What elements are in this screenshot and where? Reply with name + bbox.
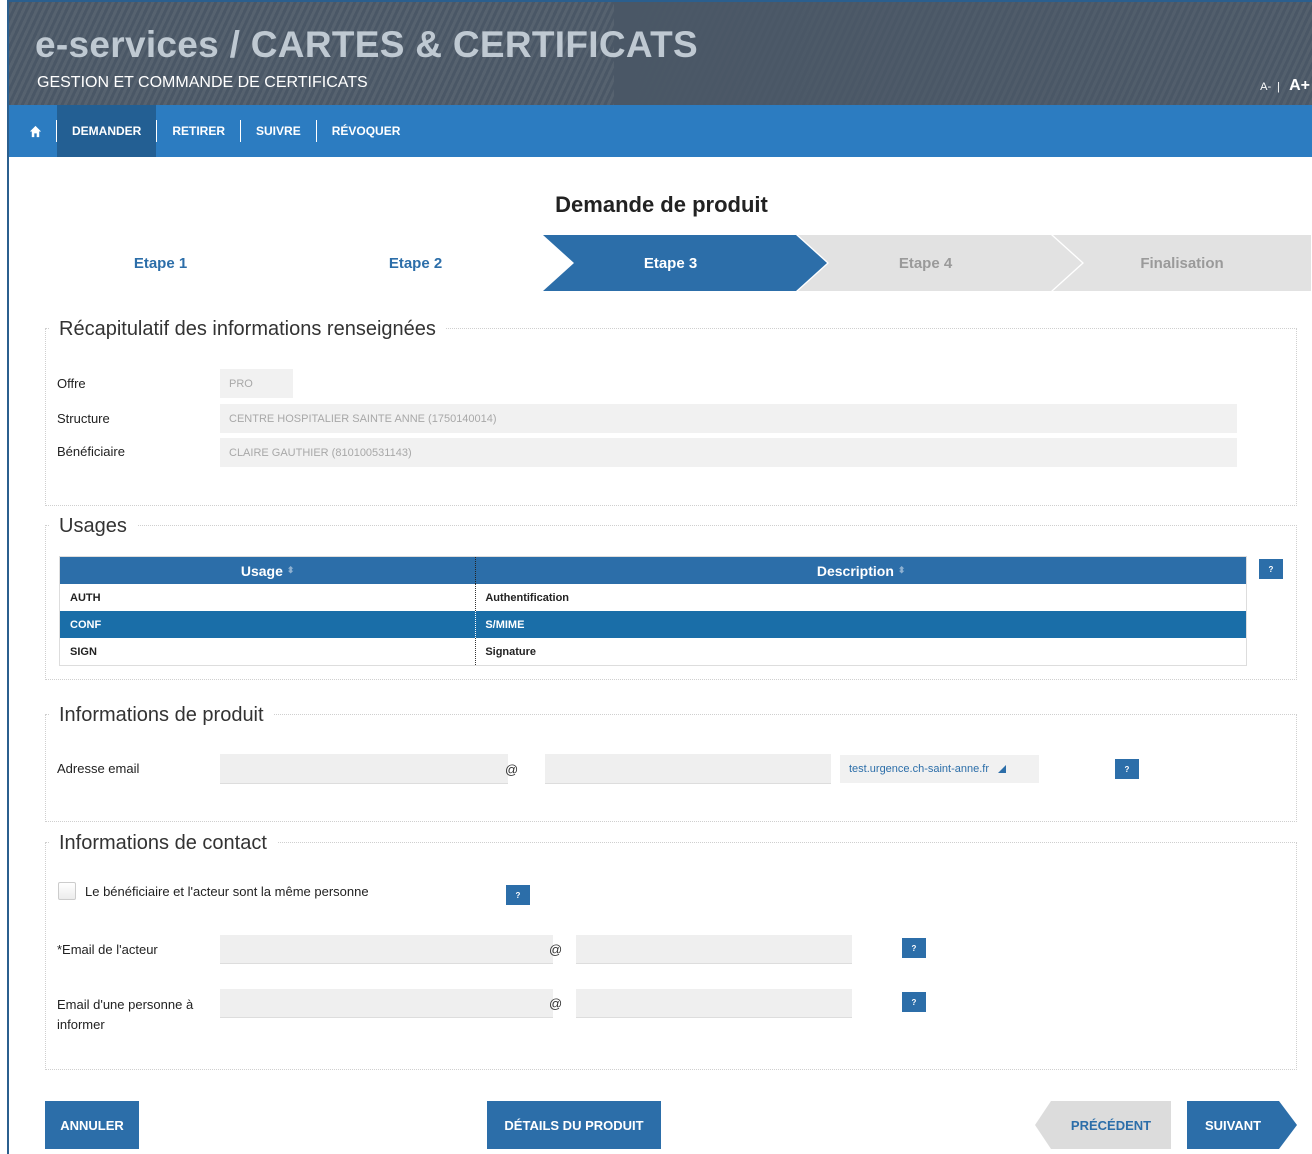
home-icon (29, 125, 42, 137)
step-4-label: Etape 4 (898, 254, 953, 272)
informer-email-local-input[interactable] (220, 989, 553, 1018)
header-banner: e-services / CARTES & CERTIFICATS GESTIO… (9, 2, 1312, 105)
font-decrease-button[interactable]: A- (1260, 81, 1271, 93)
sort-icon: ⬍ (897, 565, 906, 575)
informer-email-domain-input[interactable] (576, 989, 852, 1018)
table-row[interactable]: AUTH Authentification (60, 584, 1246, 611)
domain-select-value: test.urgence.ch-saint-anne.fr (849, 763, 990, 775)
column-usage-label: Usage (240, 562, 283, 579)
product-details-button[interactable]: DÉTAILS DU PRODUIT (487, 1101, 661, 1149)
beneficiaire-value: CLAIRE GAUTHIER (810100531143) (220, 438, 1237, 467)
usages-table-header: Usage ⬍ Description ⬍ (60, 557, 1246, 584)
produit-legend: Informations de produit (49, 704, 274, 727)
main-nav: DEMANDER RETIRER SUIVRE RÉVOQUER (9, 105, 1312, 157)
acteur-email-domain-input[interactable] (576, 935, 852, 964)
domain-select[interactable]: test.urgence.ch-saint-anne.fr (840, 755, 1039, 783)
app-subtitle: GESTION ET COMMANDE DE CERTIFICATS (37, 74, 368, 91)
usage-cell: CONF (70, 618, 102, 631)
structure-value: CENTRE HOSPITALIER SAINTE ANNE (17501400… (220, 404, 1237, 433)
column-description-label: Description (816, 562, 894, 579)
column-usage[interactable]: Usage ⬍ (60, 557, 475, 584)
dropdown-arrow-icon (998, 765, 1007, 773)
acteur-help-button[interactable]: ? (902, 938, 926, 958)
at-symbol: @ (505, 762, 519, 777)
step-4: Etape 4 (798, 235, 1053, 291)
description-cell: Signature (475, 638, 1246, 665)
nav-home[interactable] (9, 105, 56, 157)
step-3: Etape 3 (543, 235, 798, 291)
sort-icon: ⬍ (286, 565, 295, 575)
font-size-separator: | (1277, 81, 1281, 93)
step-3-label: Etape 3 (643, 254, 698, 272)
font-size-controls: A- | A+ (1260, 77, 1310, 95)
step-finalisation: Finalisation (1053, 235, 1311, 291)
step-1-label: Etape 1 (133, 254, 188, 272)
email-subdomain-input[interactable] (545, 754, 831, 784)
acteur-email-label: *Email de l'acteur (57, 942, 158, 957)
nav-retirer[interactable]: RETIRER (157, 105, 240, 157)
app-frame: e-services / CARTES & CERTIFICATS GESTIO… (7, 0, 1312, 1154)
same-person-label: Le bénéficiaire et l'acteur sont la même… (85, 884, 369, 899)
same-person-checkbox[interactable] (58, 882, 76, 900)
email-label: Adresse email (57, 761, 140, 776)
table-row-selected[interactable]: CONF S/MIME (60, 611, 1246, 638)
at-symbol: @ (549, 942, 563, 957)
same-person-help-button[interactable]: ? (506, 885, 530, 905)
font-increase-button[interactable]: A+ (1289, 77, 1310, 94)
table-row[interactable]: SIGN Signature (60, 638, 1246, 665)
usages-help-button[interactable]: ? (1259, 559, 1283, 579)
usages-legend: Usages (49, 515, 137, 538)
next-button[interactable]: SUIVANT (1187, 1101, 1279, 1149)
produit-help-button[interactable]: ? (1115, 759, 1139, 779)
column-description[interactable]: Description ⬍ (475, 557, 1246, 584)
step-2-label: Etape 2 (388, 254, 443, 272)
nav-demander[interactable]: DEMANDER (57, 105, 157, 157)
description-cell: S/MIME (475, 611, 1246, 638)
nav-revoquer[interactable]: RÉVOQUER (317, 105, 416, 157)
recap-legend: Récapitulatif des informations renseigné… (49, 318, 446, 341)
previous-button[interactable]: PRÉCÉDENT (1051, 1101, 1171, 1149)
step-1[interactable]: Etape 1 (33, 235, 288, 291)
email-local-input[interactable] (220, 754, 508, 784)
usages-table: Usage ⬍ Description ⬍ AUTH Authentificat… (59, 556, 1247, 666)
app-title: e-services / CARTES & CERTIFICATS (35, 24, 699, 65)
nav-suivre[interactable]: SUIVRE (241, 105, 316, 157)
offre-value: PRO (220, 369, 293, 398)
acteur-email-local-input[interactable] (220, 935, 553, 964)
offre-label: Offre (57, 376, 86, 391)
description-cell: Authentification (475, 584, 1246, 611)
informer-email-label: Email d'une personne à informer (57, 997, 194, 1032)
informer-help-button[interactable]: ? (902, 992, 926, 1012)
contact-legend: Informations de contact (49, 832, 277, 855)
cancel-button[interactable]: ANNULER (45, 1101, 139, 1149)
wizard-steps: Etape 1 Etape 2 Etape 3 Etape 4 Finalisa… (33, 235, 1311, 291)
step-2[interactable]: Etape 2 (288, 235, 543, 291)
at-symbol: @ (549, 996, 563, 1011)
usage-cell: SIGN (70, 645, 97, 658)
structure-label: Structure (57, 411, 110, 426)
usage-cell: AUTH (70, 591, 101, 604)
page-title: Demande de produit (555, 192, 768, 217)
step-finalisation-label: Finalisation (1140, 254, 1224, 272)
beneficiaire-label: Bénéficiaire (57, 444, 125, 459)
